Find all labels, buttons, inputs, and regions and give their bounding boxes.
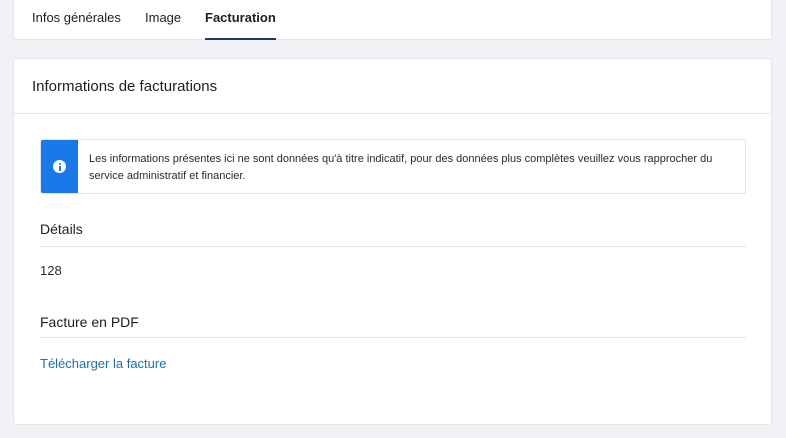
invoice-divider [40, 337, 746, 338]
notice-accent-bar [41, 140, 78, 193]
download-invoice-link[interactable]: Télécharger la facture [40, 356, 166, 371]
invoice-heading: Facture en PDF [40, 314, 139, 330]
details-value: 128 [40, 263, 62, 278]
tab-image[interactable]: Image [145, 0, 181, 39]
notice-text: Les informations présentes ici ne sont d… [89, 153, 713, 182]
info-notice: Les informations présentes ici ne sont d… [40, 139, 746, 194]
details-heading: Détails [40, 221, 83, 237]
panel-header: Informations de facturations [14, 59, 771, 114]
details-divider [40, 246, 746, 247]
billing-panel: Informations de facturations Les informa… [13, 58, 772, 425]
tab-facturation[interactable]: Facturation [205, 0, 276, 40]
tab-bar: Infos générales Image Facturation [13, 0, 772, 40]
panel-title: Informations de facturations [32, 78, 218, 95]
info-icon [53, 160, 66, 173]
tab-infos-generales[interactable]: Infos générales [32, 0, 121, 39]
